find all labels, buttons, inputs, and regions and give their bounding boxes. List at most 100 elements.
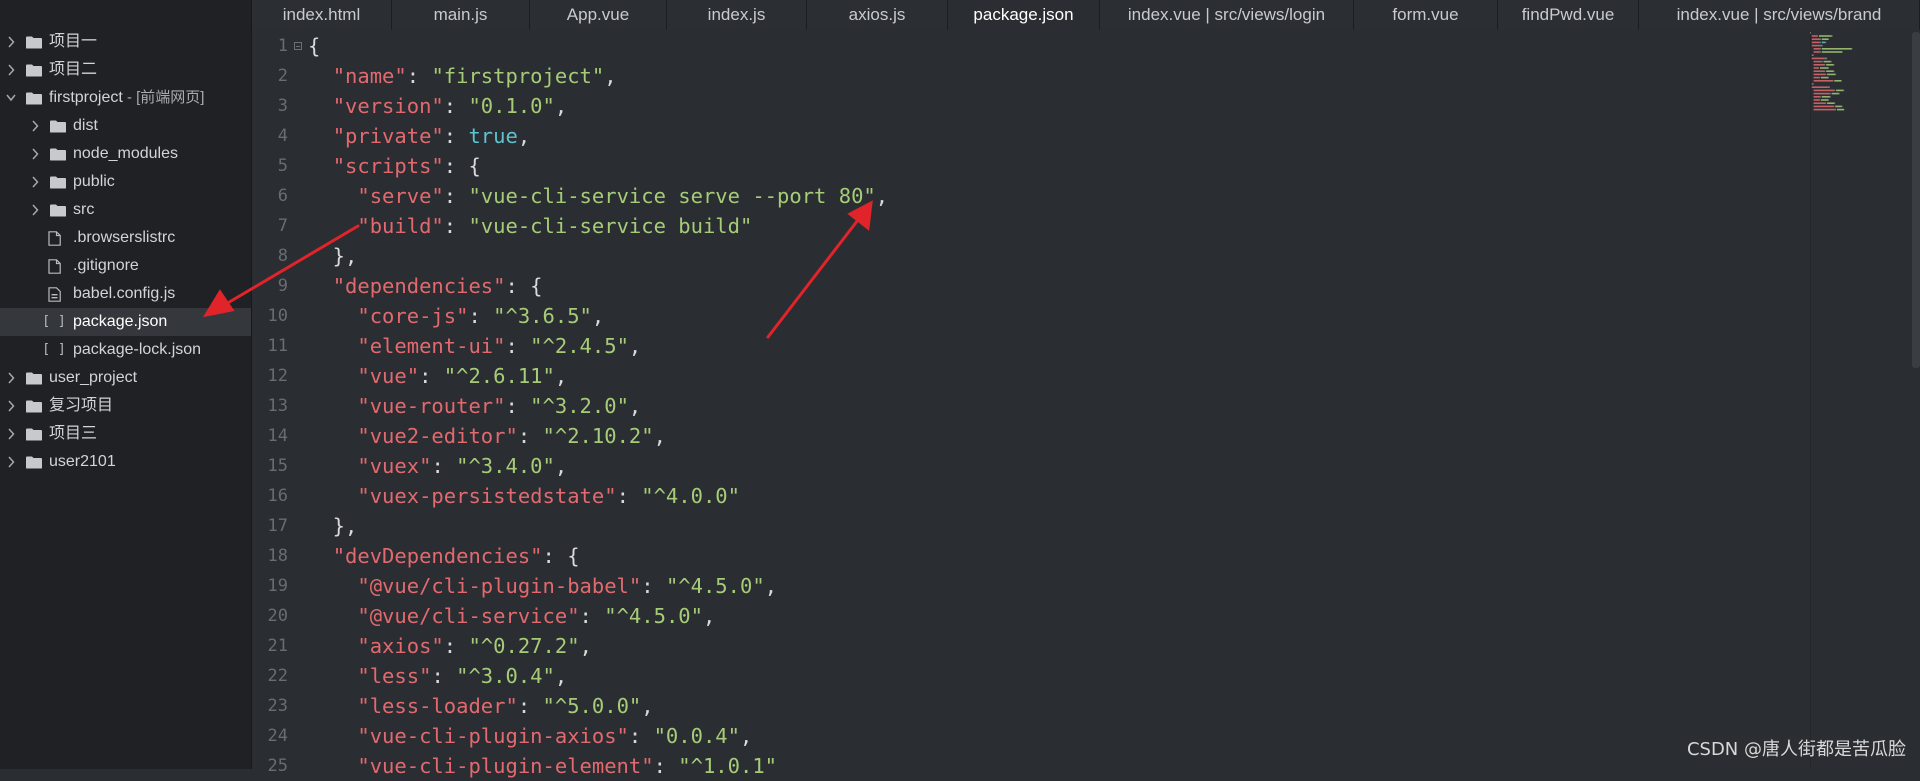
code-line[interactable]: "vue2-editor": "^2.10.2", xyxy=(308,421,666,451)
tab-findpwd-vue[interactable]: findPwd.vue xyxy=(1498,0,1639,30)
minimap[interactable] xyxy=(1810,32,1860,122)
minimap-token xyxy=(1817,35,1819,37)
tree-item-gitignore[interactable]: .gitignore xyxy=(0,252,251,280)
minimap-token xyxy=(1821,38,1828,40)
code-line[interactable]: }, xyxy=(308,511,358,541)
minimap-token xyxy=(1843,89,1845,92)
code-line[interactable]: "vue": "^2.6.11", xyxy=(308,361,567,391)
code-line[interactable]: "serve": "vue-cli-service serve --port 8… xyxy=(308,181,888,211)
chevron-right-icon[interactable] xyxy=(28,196,42,224)
code-line[interactable]: "vue-router": "^3.2.0", xyxy=(308,391,641,421)
tab-main-js[interactable]: main.js xyxy=(392,0,530,30)
punctuation-token: : xyxy=(419,364,444,388)
tree-item-firstproject[interactable]: firstproject - [前端网页] xyxy=(0,84,251,112)
line-number: 20 xyxy=(267,606,288,626)
tab-index-vue-src-views-brand[interactable]: index.vue | src/views/brand xyxy=(1639,0,1920,30)
code-line[interactable]: "devDependencies": { xyxy=(308,541,580,571)
chevron-right-icon[interactable] xyxy=(28,168,42,196)
fold-toggle-icon[interactable] xyxy=(294,42,302,50)
code-line[interactable]: "vuex-persistedstate": "^4.0.0" xyxy=(308,481,740,511)
code-line[interactable]: "vuex": "^3.4.0", xyxy=(308,451,567,481)
tab-axios-js[interactable]: axios.js xyxy=(807,0,948,30)
code-line[interactable]: "less-loader": "^5.0.0", xyxy=(308,691,653,721)
json-string-token: "^5.0.0" xyxy=(542,694,642,718)
line-number: 11 xyxy=(267,336,288,356)
tree-item-browserslistrc[interactable]: .browserslistrc xyxy=(0,224,251,252)
punctuation-token xyxy=(308,64,333,88)
tree-item-babel-config-js[interactable]: babel.config.js xyxy=(0,280,251,308)
code-editor[interactable]: 1 2 3 4 5 6 7 8 9 10 11 12 13 14 15 16 17 18 19 20 21 22 23 24 2… xyxy=(252,31,1920,778)
code-line[interactable]: "vue-cli-plugin-element": "^1.0.1" xyxy=(308,751,777,781)
code-line[interactable]: "build": "vue-cli-service build" xyxy=(308,211,752,241)
tree-item-node-modules[interactable]: node_modules xyxy=(0,140,251,168)
minimap-token xyxy=(1810,32,1811,34)
punctuation-token xyxy=(308,634,357,658)
tab-package-json[interactable]: package.json xyxy=(948,0,1100,30)
vertical-scrollbar-thumb[interactable] xyxy=(1912,32,1920,368)
tree-item-src[interactable]: src xyxy=(0,196,251,224)
minimap-token xyxy=(1813,60,1822,63)
chevron-right-icon[interactable] xyxy=(4,448,18,476)
minimap-token xyxy=(1811,83,1814,85)
tree-item-[interactable]: 项目一 xyxy=(0,28,251,56)
code-line[interactable]: "@vue/cli-plugin-babel": "^4.5.0", xyxy=(308,571,777,601)
code-line[interactable]: "axios": "^0.27.2", xyxy=(308,631,592,661)
chevron-right-icon[interactable] xyxy=(28,140,42,168)
tree-item-[interactable]: 项目三 xyxy=(0,420,251,448)
tree-item-[interactable]: 复习项目 xyxy=(0,392,251,420)
minimap-token xyxy=(1821,48,1852,50)
chevron-right-icon[interactable] xyxy=(28,112,42,140)
json-key-token: "vue-cli-plugin-axios" xyxy=(357,724,629,748)
tab-form-vue[interactable]: form.vue xyxy=(1354,0,1498,30)
tab-index-js[interactable]: index.js xyxy=(667,0,807,30)
code-line[interactable]: }, xyxy=(308,241,358,271)
tree-item-user2101[interactable]: user2101 xyxy=(0,448,251,476)
chevron-right-icon[interactable] xyxy=(4,392,18,420)
punctuation-token xyxy=(308,304,357,328)
minimap-token xyxy=(1832,80,1834,82)
minimap-token xyxy=(1819,48,1821,50)
punctuation-token xyxy=(308,604,357,628)
json-string-token: "^3.6.5" xyxy=(493,304,592,328)
chevron-right-icon[interactable] xyxy=(4,420,18,448)
minimap-token xyxy=(1811,54,1814,56)
code-line[interactable]: "@vue/cli-service": "^4.5.0", xyxy=(308,601,715,631)
line-number: 16 xyxy=(267,486,288,506)
punctuation-token: { xyxy=(308,34,321,58)
code-line[interactable]: "vue-cli-plugin-axios": "0.0.4", xyxy=(308,721,752,751)
minimap-token xyxy=(1813,102,1826,104)
code-line[interactable]: "name": "firstproject", xyxy=(308,61,617,91)
tree-item-label: .gitignore xyxy=(73,252,139,280)
minimap-token xyxy=(1824,70,1826,72)
code-line[interactable]: "dependencies": { xyxy=(308,271,543,301)
json-key-token: "vue-router" xyxy=(357,394,506,418)
code-line[interactable]: "private": true, xyxy=(308,121,531,151)
chevron-right-icon[interactable] xyxy=(4,56,18,84)
code-line[interactable]: { xyxy=(308,31,320,61)
tab-app-vue[interactable]: App.vue xyxy=(530,0,667,30)
chevron-right-icon[interactable] xyxy=(4,364,18,392)
tree-item-package-lock-json[interactable]: [ ] package-lock.json xyxy=(0,336,251,364)
code-line[interactable]: "element-ui": "^2.4.5", xyxy=(308,331,641,361)
tree-item-package-json[interactable]: [ ] package.json xyxy=(0,308,251,336)
tab-index-vue-src-views-login[interactable]: index.vue | src/views/login xyxy=(1100,0,1354,30)
chevron-right-icon[interactable] xyxy=(4,28,18,56)
tree-item-name: babel.config.js xyxy=(73,285,176,302)
tree-item-name: package.json xyxy=(73,313,168,330)
code-line[interactable]: "less": "^3.0.4", xyxy=(308,661,567,691)
code-line[interactable]: "scripts": { xyxy=(308,151,481,181)
minimap-token xyxy=(1813,73,1826,76)
tab-index-html[interactable]: index.html xyxy=(252,0,392,30)
line-number: 15 xyxy=(267,456,288,476)
minimap-token xyxy=(1813,76,1819,79)
code-line[interactable]: "core-js": "^3.6.5", xyxy=(308,301,604,331)
tree-item-[interactable]: 项目二 xyxy=(0,56,251,84)
tree-item-label: src xyxy=(73,196,94,224)
tree-item-public[interactable]: public xyxy=(0,168,251,196)
tree-item-user-project[interactable]: user_project xyxy=(0,364,251,392)
minimap-token xyxy=(1831,35,1833,37)
chevron-down-icon[interactable] xyxy=(4,84,18,112)
code-line[interactable]: "version": "0.1.0", xyxy=(308,91,568,121)
punctuation-token: : { xyxy=(443,154,481,178)
tree-item-dist[interactable]: dist xyxy=(0,112,251,140)
